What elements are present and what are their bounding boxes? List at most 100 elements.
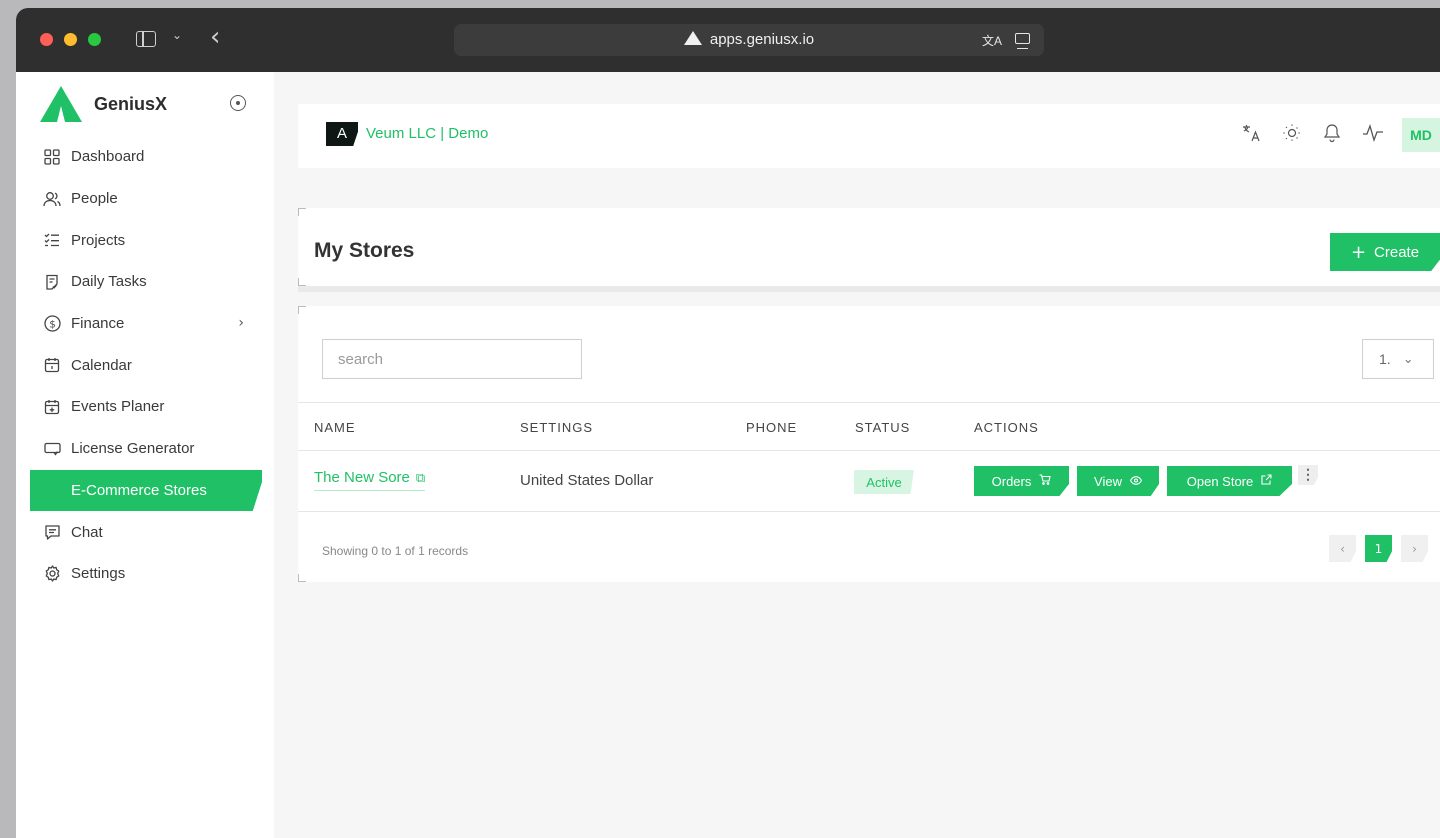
checklist-icon (43, 231, 61, 249)
activity-icon[interactable] (1362, 123, 1383, 146)
more-actions-icon[interactable]: ⋮ (1298, 465, 1318, 485)
sidebar-item-label: License Generator (71, 440, 195, 458)
sidebar-item-chat[interactable]: Chat (16, 511, 274, 553)
card-corner (298, 208, 306, 216)
sidebar-item-label: Finance (71, 315, 125, 333)
create-button[interactable]: + Create (1330, 233, 1440, 271)
open-store-button-label: Open Store (1186, 473, 1254, 489)
clipboard-icon (43, 273, 61, 291)
sidebar-item-daily-tasks[interactable]: Daily Tasks (16, 261, 274, 303)
store-name: The New Sore (314, 469, 410, 486)
close-window-button[interactable] (40, 33, 53, 46)
orders-button-label: Orders (991, 473, 1032, 489)
chevron-down-icon[interactable]: ⌄ (172, 28, 182, 42)
bell-icon[interactable] (1322, 123, 1342, 147)
chevron-down-icon: ⌄ (1402, 351, 1414, 367)
sidebar-item-label: Daily Tasks (71, 273, 147, 291)
previous-page-icon[interactable]: ‹ (1329, 535, 1356, 562)
sidebar-item-label: Dashboard (71, 148, 145, 166)
svg-text:$: $ (49, 319, 55, 330)
page-title: My Stores (314, 239, 415, 262)
calendar-icon (43, 356, 61, 374)
page-button[interactable]: 1 (1365, 535, 1392, 562)
external-link-icon: ⧉ (415, 471, 426, 486)
maximize-window-button[interactable] (88, 33, 101, 46)
sidebar-item-e-commerce-stores[interactable]: E-Commerce Stores (30, 469, 262, 512)
view-button-label: View (1094, 473, 1122, 489)
sidebar-item-label: Calendar (71, 356, 132, 374)
orders-button[interactable]: Orders (974, 466, 1069, 496)
view-button[interactable]: View (1077, 466, 1159, 496)
column-header-phone[interactable]: PHONE (746, 420, 797, 435)
card-corner (298, 278, 306, 286)
site-logo-icon (683, 31, 702, 45)
search-input[interactable] (322, 339, 582, 379)
organization-name[interactable]: Veum LLC | Demo (366, 125, 488, 142)
dollar-icon: $ (43, 315, 61, 333)
geniusx-logo-icon (40, 86, 82, 122)
calendar-plus-icon (43, 398, 61, 416)
eye-icon (1129, 475, 1143, 488)
sidebar-item-label: Settings (71, 565, 126, 583)
pagination: ‹ 1 › (1320, 535, 1428, 562)
page-header: My Stores + Create (298, 208, 1440, 292)
store-currency: United States Dollar (520, 472, 654, 489)
grid-icon (43, 148, 61, 166)
sidebar: GeniusX Dashboard People Projects Daily … (16, 72, 274, 838)
chat-icon (43, 523, 61, 541)
back-arrow-icon[interactable]: ‹ (210, 22, 220, 52)
sidebar-item-label: Projects (71, 231, 126, 249)
sidebar-item-projects[interactable]: Projects (16, 219, 274, 261)
records-summary: Showing 0 to 1 of 1 records (322, 544, 469, 558)
sidebar-item-events-planer[interactable]: Events Planer (16, 386, 274, 428)
users-icon (43, 190, 61, 208)
chevron-right-icon: › (238, 314, 244, 331)
card-corner (298, 306, 306, 314)
translate-icon[interactable]: 文A (982, 32, 1002, 49)
gear-icon (43, 565, 61, 583)
url-text: apps.geniusx.io (709, 31, 815, 48)
plus-icon: + (1350, 241, 1367, 263)
organization-logo-icon: A (326, 122, 358, 146)
store-name-link[interactable]: The New Sore ⧉ (314, 469, 426, 491)
create-button-label: Create (1374, 243, 1420, 261)
next-page-icon[interactable]: › (1401, 535, 1428, 562)
sidebar-item-people[interactable]: People (16, 178, 274, 220)
sidebar-toggle-icon[interactable] (136, 31, 156, 47)
external-link-icon (1261, 474, 1272, 488)
language-icon[interactable] (1242, 124, 1262, 146)
browser-window: ⌄ ‹ apps.geniusx.io 文A GeniusX Dashboard (16, 8, 1440, 838)
top-navbar: A Veum LLC | Demo MD (298, 104, 1440, 168)
theme-sun-icon[interactable] (1282, 123, 1302, 147)
sidebar-item-dashboard[interactable]: Dashboard (16, 136, 274, 178)
card-corner (298, 574, 306, 582)
brand-name: GeniusX (94, 93, 168, 114)
sidebar-item-label: Chat (71, 523, 103, 541)
cart-icon (1039, 474, 1052, 488)
address-bar[interactable]: apps.geniusx.io 文A (454, 24, 1044, 56)
sidebar-nav: Dashboard People Projects Daily Tasks $ … (16, 136, 274, 595)
reader-mode-icon[interactable] (1015, 33, 1030, 49)
table-row: The New Sore ⧉ United States Dollar Activ… (298, 451, 1440, 512)
column-header-settings[interactable]: SETTINGS (520, 420, 593, 435)
table-header: NAME SETTINGS PHONE STATUS ACTIONS (298, 402, 1440, 451)
pin-sidebar-icon[interactable] (230, 95, 246, 111)
open-store-button[interactable]: Open Store (1167, 466, 1292, 496)
browser-toolbar: ⌄ ‹ apps.geniusx.io 文A (16, 8, 1440, 72)
sidebar-item-label: E-Commerce Stores (71, 481, 207, 499)
minimize-window-button[interactable] (64, 33, 77, 46)
per-page-value: 1. (1379, 351, 1391, 367)
column-header-name[interactable]: NAME (314, 420, 356, 435)
sidebar-item-settings[interactable]: Settings (16, 553, 274, 595)
sidebar-item-label: Events Planer (71, 398, 165, 416)
monitor-icon (43, 440, 61, 458)
column-header-actions: ACTIONS (974, 420, 1039, 435)
sidebar-item-finance[interactable]: $ Finance › (16, 303, 274, 345)
column-header-status[interactable]: STATUS (855, 420, 910, 435)
sidebar-item-calendar[interactable]: Calendar (16, 344, 274, 386)
sidebar-item-license-generator[interactable]: License Generator (16, 428, 274, 470)
per-page-select[interactable]: 1. ⌄ (1362, 339, 1434, 379)
stores-table-card: 1. ⌄ NAME SETTINGS PHONE STATUS ACTIONS … (298, 306, 1440, 582)
avatar[interactable]: MD (1402, 118, 1440, 152)
brand[interactable]: GeniusX (40, 86, 167, 122)
